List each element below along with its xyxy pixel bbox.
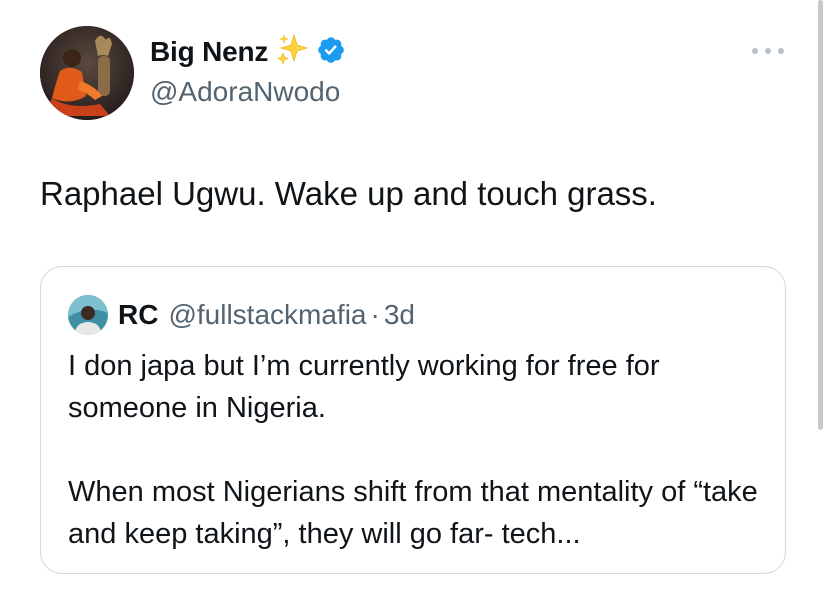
author-info: Big Nenz @AdoraNwodo: [150, 32, 346, 108]
quoted-tweet-card[interactable]: RC @fullstackmafia · 3d I don japa but I…: [40, 266, 786, 574]
author-handle[interactable]: @AdoraNwodo: [150, 76, 346, 108]
sparkles-icon: [276, 33, 310, 72]
author-name-row: Big Nenz: [150, 32, 346, 72]
quoted-paragraph: I don japa but I’m currently working for…: [68, 350, 660, 424]
more-dot: [752, 48, 758, 54]
quoted-author-name[interactable]: RC: [118, 299, 158, 331]
quoted-separator: ·: [370, 299, 380, 330]
tweet-card: Big Nenz @AdoraNwodo Raphael Ugwu. Wake …: [0, 0, 828, 613]
more-options-icon[interactable]: [752, 44, 784, 58]
quoted-timestamp[interactable]: 3d: [384, 299, 415, 331]
scrollbar[interactable]: [818, 0, 823, 430]
quoted-tweet-header: RC @fullstackmafia · 3d: [68, 295, 415, 335]
verified-badge-icon[interactable]: [316, 35, 346, 70]
quoted-paragraph: When most Nigerians shift from that ment…: [68, 476, 758, 550]
tweet-text: Raphael Ugwu. Wake up and touch grass.: [40, 175, 657, 212]
author-display-name[interactable]: Big Nenz: [150, 36, 268, 68]
quoted-author-handle[interactable]: @fullstackmafia: [168, 299, 366, 331]
quoted-tweet-text: I don japa but I’m currently working for…: [68, 345, 768, 555]
author-avatar[interactable]: [40, 26, 134, 120]
more-dot: [765, 48, 771, 54]
quoted-author-avatar[interactable]: [68, 295, 108, 335]
more-dot: [778, 48, 784, 54]
